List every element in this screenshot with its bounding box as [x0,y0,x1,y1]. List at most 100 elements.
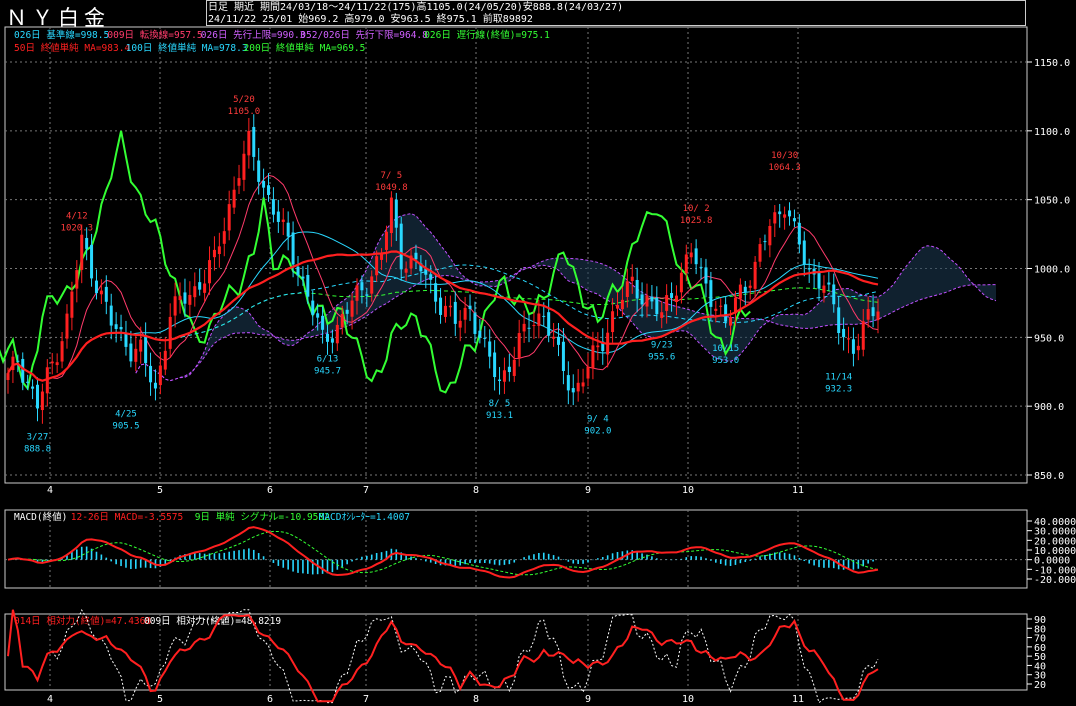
candle-body [281,219,285,222]
candle-body [768,225,772,246]
month-label: 5 [157,485,163,496]
month-label: 5 [157,694,163,705]
candle-body [650,296,654,302]
candle-body [80,234,84,270]
candle-body [188,294,192,305]
candle-body [394,199,398,228]
month-label: 4 [47,485,53,496]
candle-body [340,313,344,328]
candle-body [193,286,197,298]
candle-body [85,237,89,249]
trough-price-label: 945.7 [314,366,341,376]
trough-price-label: 932.3 [825,385,852,395]
candle-body [276,211,280,222]
candle-body [847,338,851,340]
month-label: 7 [363,694,369,705]
candle-body [596,345,600,348]
candle-body [763,241,767,243]
candle-body [306,274,310,297]
candle-body [365,294,369,296]
candle-body [758,244,762,262]
candle-body [173,296,177,316]
candle-body [640,294,644,305]
chart-canvas: 4 4 5 5 6 6 7 7 8 8 9 9 10 10 11 11 1150.0 1100.0 1050.0 10… [0,26,1076,705]
trough-price-label: 905.5 [112,422,139,432]
price-tick-label: 950.0 [1034,333,1064,344]
ichimoku-legend-item: 026日 先行上限=990.3 [201,29,306,41]
candle-body [783,214,787,218]
month-label: 11 [792,485,804,496]
candle-body [301,276,305,279]
price-tick-label: 850.0 [1034,471,1064,482]
rsi-legend-item: 009日 相対力(終値)=48.8219 [144,615,281,627]
candle-body [674,295,678,302]
peak-date-label: 10/30 [771,151,798,161]
candle-body [842,328,846,338]
peak-price-label: 1064.3 [768,163,801,173]
candle-body [335,324,339,344]
candle-body [665,295,669,311]
candle-body [552,336,556,339]
candle-body [561,341,565,371]
candle-body [222,231,226,244]
candle-body [448,305,452,308]
candle-body [114,324,118,329]
trough-price-label: 902.0 [584,426,611,436]
macd-signal-line [7,530,879,576]
ichimoku-legend-item: 009日 転換線=957.5 [107,29,202,41]
candle-body [827,282,831,285]
candle-body [99,290,103,295]
candle-body [404,268,408,273]
candle-body [40,391,44,411]
candle-body [389,197,393,234]
candle-body [271,199,275,215]
candle-body [384,231,388,250]
candle-body [94,280,98,294]
candle-body [635,279,639,299]
candle-body [375,256,379,276]
candle-body [512,359,516,376]
candle-body [360,282,364,291]
candle-body [581,382,585,387]
candle-body [630,276,634,281]
price-tick-label: 900.0 [1034,402,1064,413]
ma-legend-item: 200日 終値単純 MA=969.5 [244,42,366,54]
candle-body [527,327,531,329]
trough-date-label: 10/15 [712,344,739,354]
candle-body [90,244,94,279]
price-tick-label: 1100.0 [1034,127,1070,138]
candle-body [866,309,870,320]
trough-date-label: 6/13 [317,354,339,364]
candle-body [325,333,329,342]
candle-body [252,126,256,157]
candle-body [498,379,502,381]
trough-date-label: 9/ 4 [587,414,609,424]
candle-body [591,345,595,369]
candle-body [350,300,354,317]
candle-body [70,291,74,318]
candle-body [802,240,806,265]
candle-body [443,305,447,317]
ichimoku-legend-item: 026日 基準線=998.5 [14,29,109,41]
month-label: 6 [267,485,273,496]
trough-price-label: 888.8 [24,445,51,455]
candle-body [468,305,472,310]
candle-body [694,248,698,265]
candle-body [257,160,261,182]
candle-body [242,153,246,180]
candle-body [208,260,212,284]
candle-body [296,266,300,276]
candle-body [748,285,752,288]
candle-body [738,284,742,299]
candle-body [158,365,162,386]
candle-body [247,130,251,156]
candle-body [522,323,526,332]
candle-body [856,345,860,351]
candle-body [168,316,172,349]
candle-body [321,315,325,330]
candle-body [458,320,462,328]
candle-body [861,321,865,350]
candle-body [817,272,821,289]
price-tick-label: 1000.0 [1034,265,1070,276]
candle-body [330,338,334,343]
